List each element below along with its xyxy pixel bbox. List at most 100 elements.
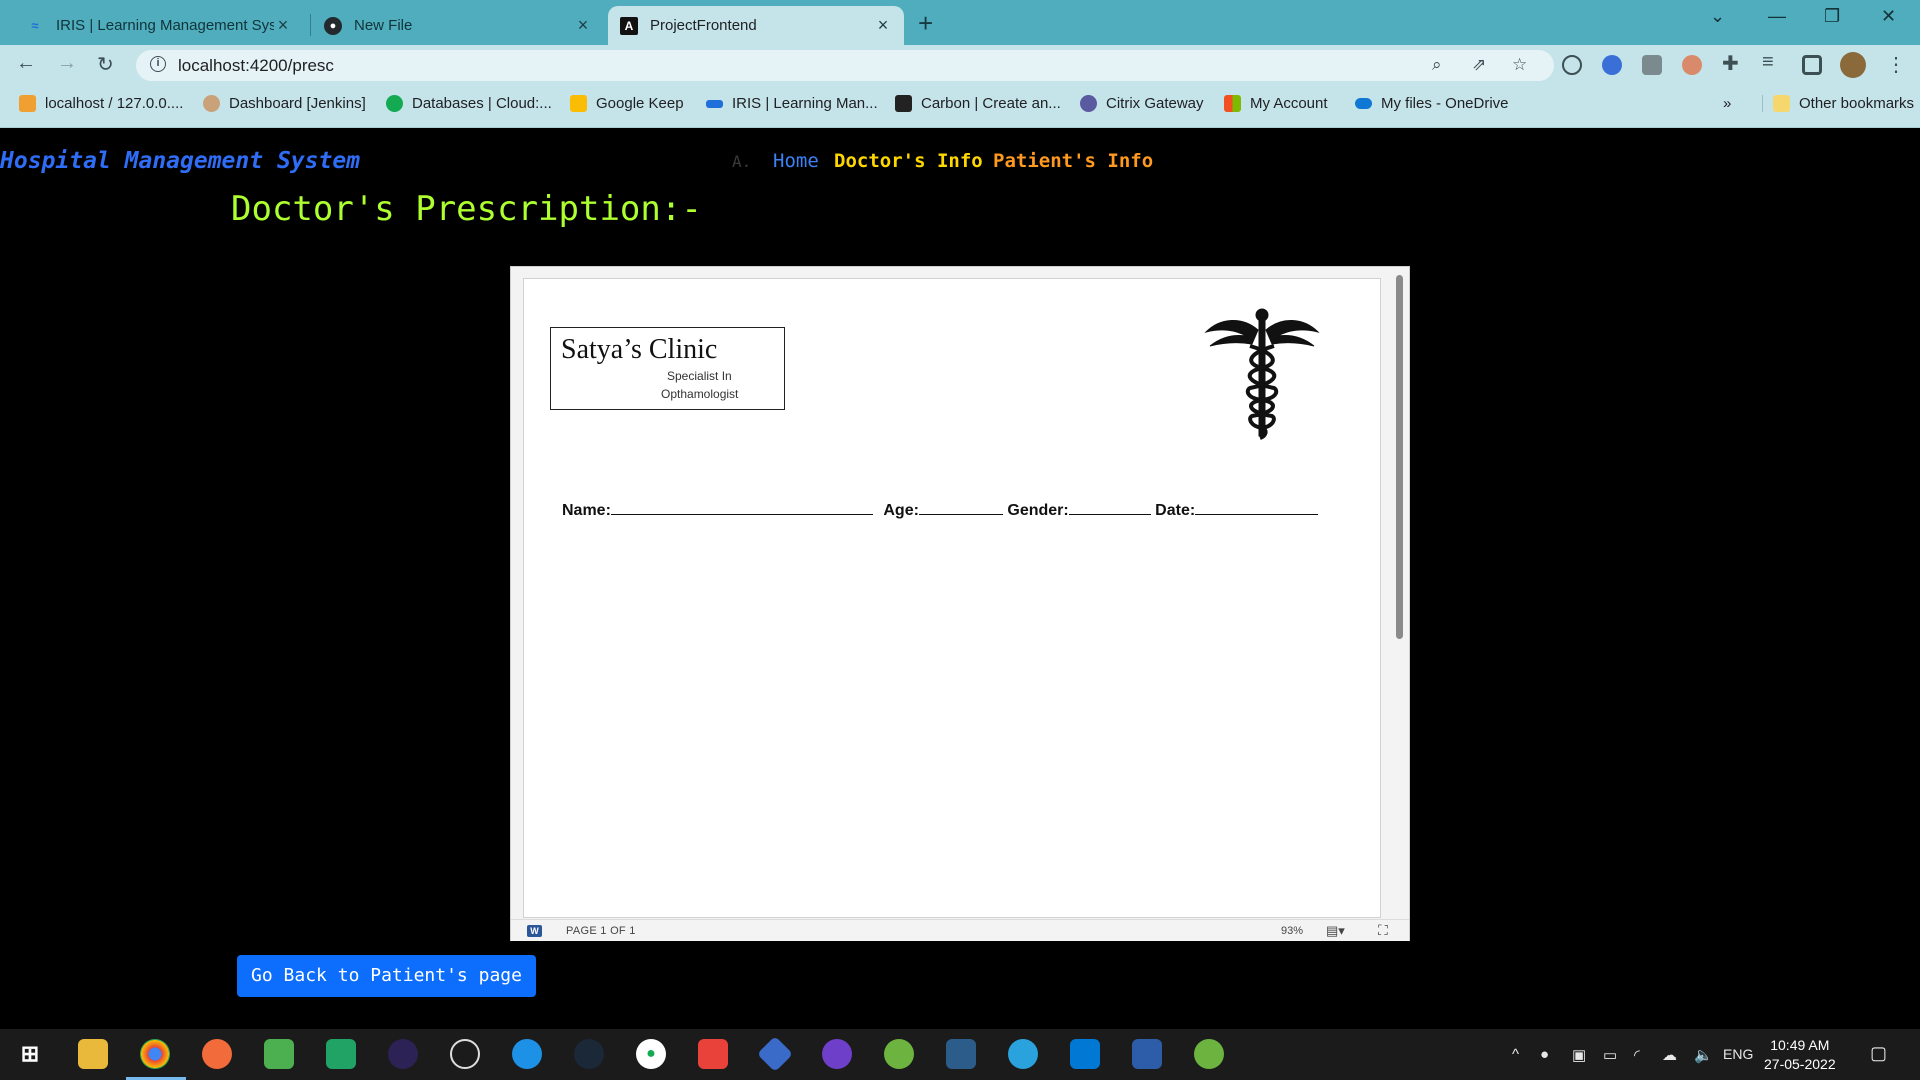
chrome-icon[interactable] (140, 1039, 170, 1069)
age-label: Age: (883, 502, 919, 519)
git-icon[interactable] (756, 1035, 794, 1073)
name-line (610, 501, 873, 515)
new-tab-button[interactable]: + (918, 8, 933, 39)
viewer-scrollbar[interactable] (1396, 275, 1403, 639)
nav-doctors-info[interactable]: Doctor's Info (834, 150, 983, 172)
date-label: Date: (1155, 502, 1196, 519)
eclipse-icon[interactable] (388, 1039, 418, 1069)
bookmarks-overflow[interactable]: » (1723, 95, 1731, 112)
avatar[interactable] (1840, 52, 1866, 78)
onedrive-icon (1355, 98, 1372, 109)
fullscreen-icon[interactable]: ⛶ (1378, 922, 1388, 939)
postman-icon[interactable] (202, 1039, 232, 1069)
close-icon[interactable]: × (274, 15, 292, 36)
extension-icon[interactable] (1602, 55, 1622, 75)
go-back-button[interactable]: Go Back to Patient's page (237, 955, 536, 997)
clock[interactable]: 10:49 AM 27-05-2022 (1764, 1036, 1836, 1074)
file-explorer-icon[interactable] (78, 1039, 108, 1069)
obs-icon[interactable] (450, 1039, 480, 1069)
iris-icon (706, 99, 723, 108)
page-heading: Doctor's Prescription:- (231, 189, 702, 229)
docker-icon[interactable] (512, 1039, 542, 1069)
site-info-icon[interactable]: i (150, 56, 166, 72)
wifi-icon[interactable]: ◜ (1634, 1046, 1640, 1064)
phpmyadmin-icon (19, 95, 36, 112)
extension-icon[interactable] (1642, 55, 1662, 75)
close-icon[interactable]: × (874, 15, 892, 36)
close-icon[interactable]: × (574, 15, 592, 36)
patient-fields-row: Name: Age: Gender: Date: (562, 501, 1319, 520)
bookmark-star-icon[interactable]: ☆ (1512, 55, 1527, 75)
brand-title[interactable]: Hospital Management System (0, 148, 360, 174)
bookmark-mongodb[interactable]: Databases | Cloud:... (386, 95, 552, 112)
nav-patients-info[interactable]: Patient's Info (993, 150, 1153, 172)
bookmark-other[interactable]: Other bookmarks (1762, 95, 1914, 112)
share-icon[interactable]: ⇗ (1472, 55, 1486, 75)
bookmark-google-keep[interactable]: Google Keep (570, 95, 684, 112)
app-icon[interactable] (326, 1039, 356, 1069)
restore-button[interactable]: ❐ (1824, 6, 1840, 27)
view-mode-icon[interactable]: ▤▾ (1326, 923, 1345, 939)
tray-app-icon[interactable]: ● (1540, 1046, 1549, 1063)
tab-new-file[interactable]: ● New File × (312, 6, 604, 45)
screen: ≈ IRIS | Learning Management Syst × ● Ne… (0, 0, 1920, 1080)
tray-meet-icon[interactable]: ▣ (1572, 1046, 1586, 1064)
bookmark-my-account[interactable]: My Account (1224, 95, 1328, 112)
tab-project-frontend[interactable]: A ProjectFrontend × (608, 6, 904, 45)
clock-date: 27-05-2022 (1764, 1056, 1836, 1072)
prescription-sheet: Satya’s Clinic Specialist In Opthamologi… (523, 278, 1381, 918)
mongodb-compass-icon[interactable]: ● (636, 1039, 666, 1069)
vscode-icon[interactable] (1070, 1039, 1100, 1069)
address-bar[interactable]: i localhost:4200/presc ⌕ ⇗ ☆ (136, 50, 1554, 81)
tab-search-icon[interactable]: ⌄ (1710, 6, 1725, 27)
telegram-icon[interactable] (1008, 1039, 1038, 1069)
nav-home[interactable]: Home (773, 150, 819, 172)
battery-icon[interactable]: ▭ (1603, 1046, 1617, 1064)
back-icon[interactable]: ← (16, 52, 36, 75)
caduceus-icon (1204, 308, 1320, 440)
github-desktop-icon[interactable] (822, 1039, 852, 1069)
extension-icon[interactable] (1682, 55, 1702, 75)
menu-icon[interactable]: ⋮ (1886, 52, 1906, 77)
document-viewer[interactable]: Satya’s Clinic Specialist In Opthamologi… (510, 266, 1410, 941)
tab-divider (310, 14, 311, 36)
bookmark-iris[interactable]: IRIS | Learning Man... (706, 95, 878, 112)
windows-taskbar: ⊞ ● ^ ● ▣ ▭ ◜ ☁ 🔈 ENG 10:49 AM 27-05-202… (0, 1029, 1920, 1080)
anydesk-icon[interactable] (698, 1039, 728, 1069)
sidepanel-icon[interactable] (1802, 55, 1822, 75)
tab-strip: ≈ IRIS | Learning Management Syst × ● Ne… (0, 0, 1920, 45)
media-icon[interactable]: ≡ (1762, 51, 1774, 74)
date-line (1195, 501, 1319, 515)
puzzle-icon[interactable]: ✚ (1722, 51, 1739, 76)
bookmark-jenkins[interactable]: Dashboard [Jenkins] (203, 95, 366, 112)
reload-icon[interactable]: ↻ (97, 52, 114, 77)
notifications-icon[interactable]: ▢ (1870, 1043, 1887, 1064)
tab-iris[interactable]: ≈ IRIS | Learning Management Syst × (14, 6, 304, 45)
zoom-level[interactable]: 93% (1281, 925, 1303, 937)
bookmark-localhost[interactable]: localhost / 127.0.0.... (19, 95, 183, 112)
steam-icon[interactable] (574, 1039, 604, 1069)
spring-icon[interactable] (884, 1039, 914, 1069)
github-icon: ● (324, 16, 342, 35)
bookmark-carbon[interactable]: Carbon | Create an... (895, 95, 1061, 112)
extension-icon[interactable] (1562, 55, 1582, 75)
bookmark-onedrive[interactable]: My files - OneDrive (1355, 95, 1509, 112)
powershell-icon[interactable] (1132, 1039, 1162, 1069)
spring-tool-icon[interactable] (1194, 1039, 1224, 1069)
word-icon: W (527, 925, 542, 937)
language-indicator[interactable]: ENG (1723, 1046, 1753, 1062)
mysql-workbench-icon[interactable] (946, 1039, 976, 1069)
clock-time: 10:49 AM (1770, 1037, 1830, 1053)
forward-icon[interactable]: → (57, 52, 77, 75)
start-icon[interactable]: ⊞ (15, 1039, 45, 1069)
zoom-icon[interactable]: ⌕ (1432, 55, 1442, 75)
app-page: Hospital Management System A. Home Docto… (0, 129, 1920, 1029)
onedrive-tray-icon[interactable]: ☁ (1662, 1046, 1677, 1064)
minimize-button[interactable]: — (1768, 6, 1786, 27)
bookmark-citrix[interactable]: Citrix Gateway (1080, 95, 1204, 112)
tray-overflow-icon[interactable]: ^ (1512, 1046, 1519, 1063)
volume-icon[interactable]: 🔈 (1694, 1046, 1713, 1064)
close-window-button[interactable]: ✕ (1881, 6, 1896, 27)
nav-a[interactable]: A. (732, 152, 751, 171)
node-icon[interactable] (264, 1039, 294, 1069)
